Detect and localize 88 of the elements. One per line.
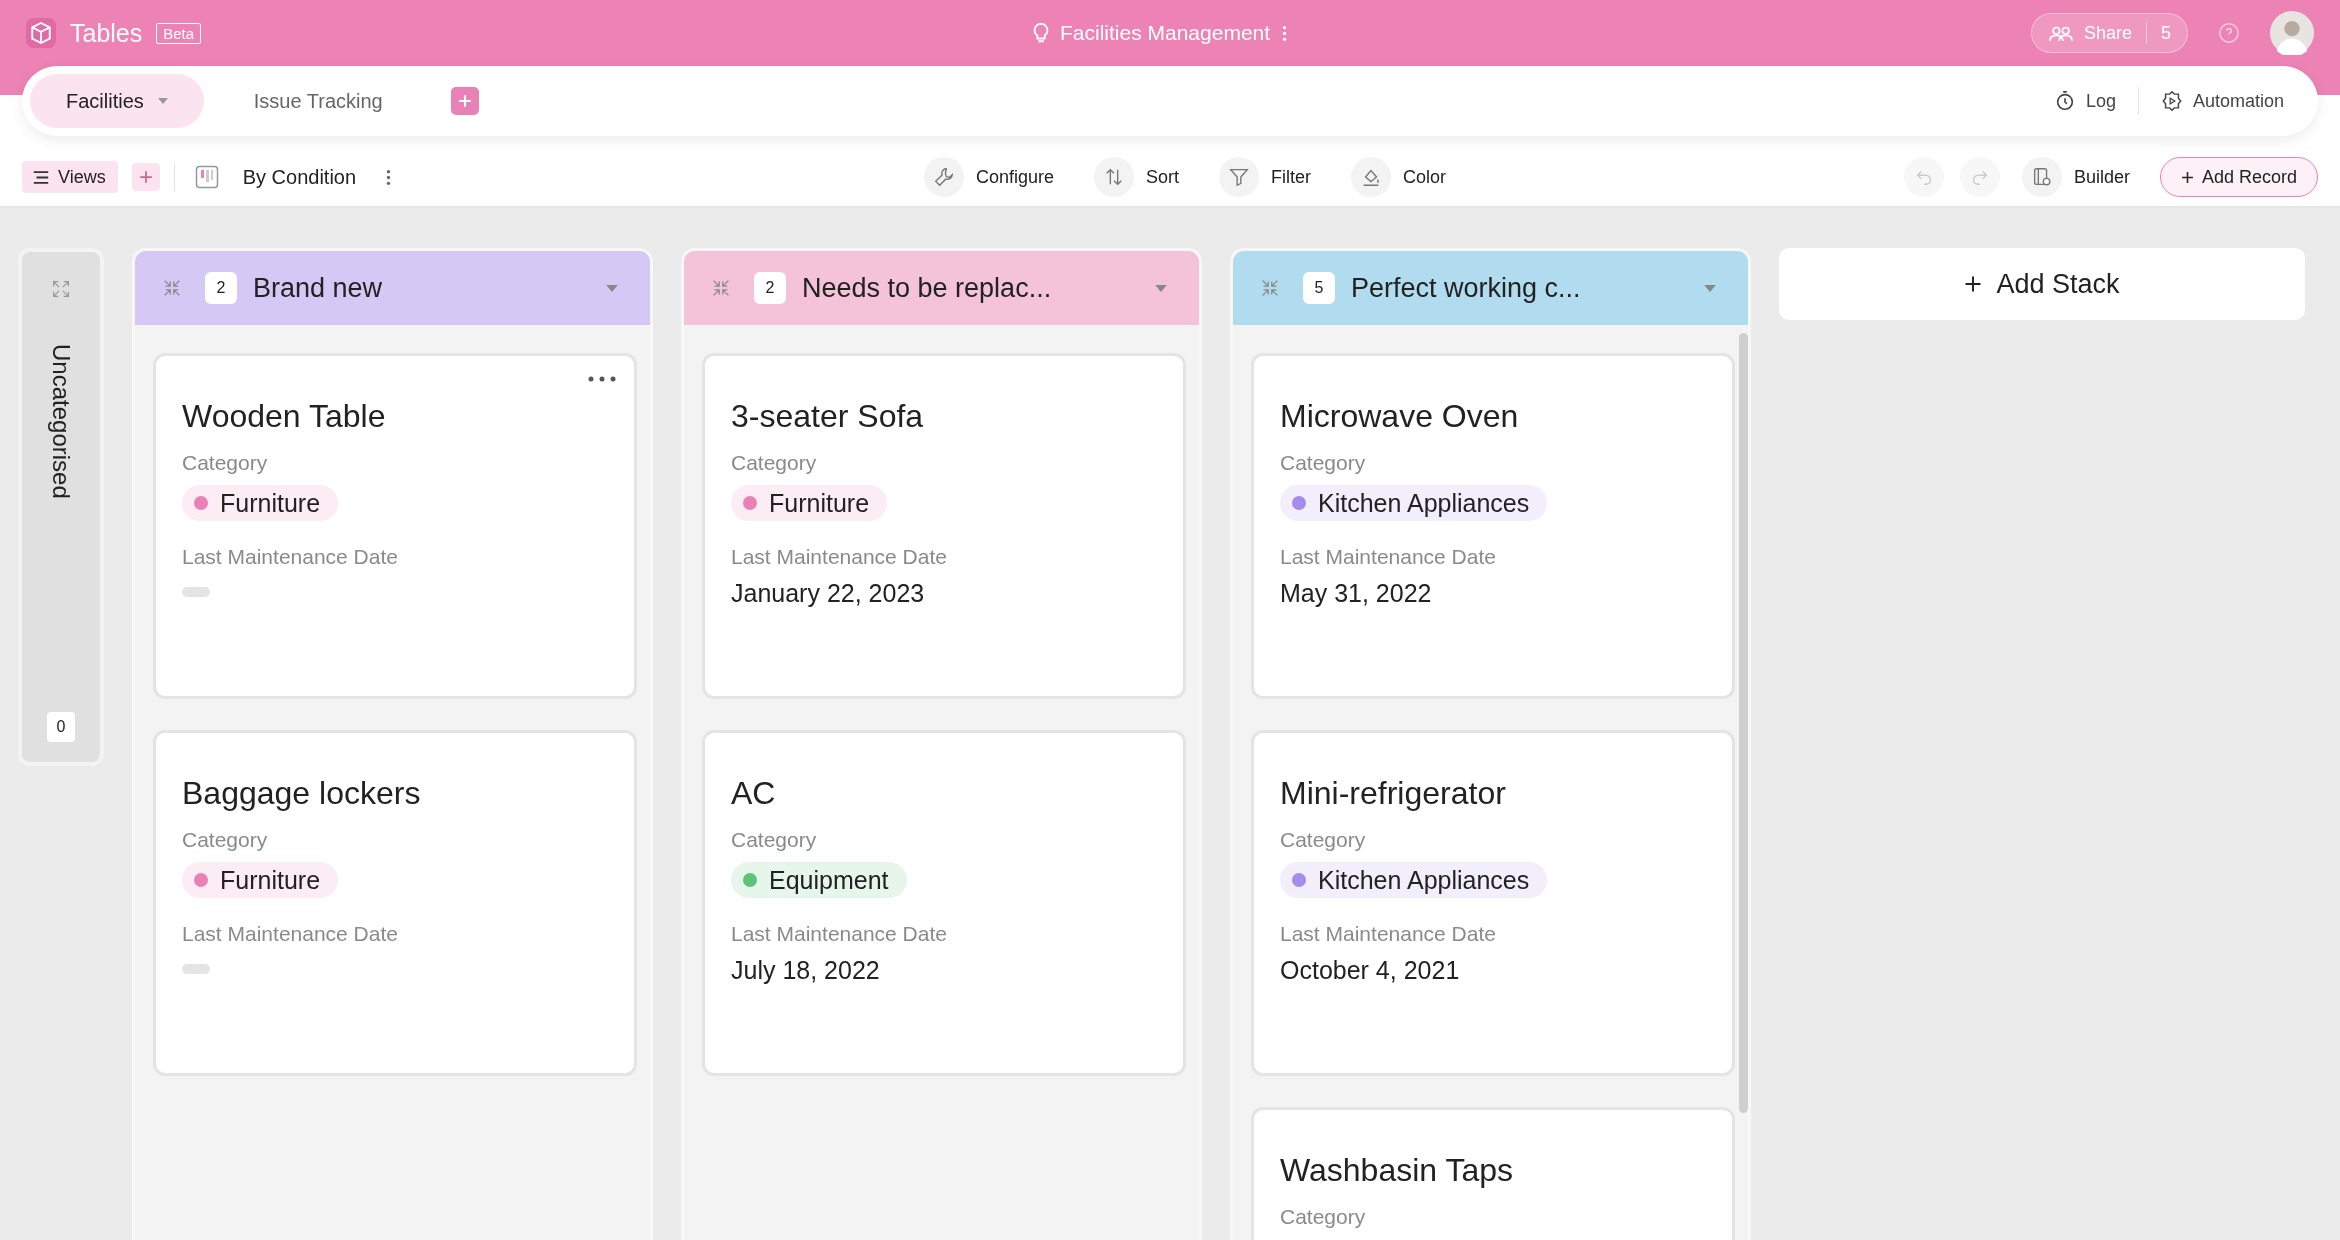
caret-down-icon[interactable] xyxy=(606,284,618,292)
record-card[interactable]: Mini-refrigerator Category Kitchen Appliances Last Maintenance Date October 4, 2021 xyxy=(1251,730,1735,1076)
share-count: 5 xyxy=(2161,22,2171,44)
plus-icon xyxy=(138,170,153,184)
caret-down-icon[interactable] xyxy=(1155,284,1167,292)
field-label: Last Maintenance Date xyxy=(731,545,947,569)
field-label: Last Maintenance Date xyxy=(1280,545,1496,569)
field-label: Category xyxy=(182,828,268,852)
field-value: January 22, 2023 xyxy=(731,579,925,608)
stack-title[interactable]: Perfect working c... xyxy=(1351,272,1688,304)
toolbar-button[interactable]: Color xyxy=(1345,156,1453,198)
tag-label: Kitchen Appliances xyxy=(1318,865,1530,895)
stack-title: Uncategorised xyxy=(47,344,75,501)
tag-label: Furniture xyxy=(769,488,870,518)
more-vertical-icon[interactable] xyxy=(386,168,392,186)
board-view-icon xyxy=(194,165,219,189)
field-label: Category xyxy=(1280,1205,1366,1229)
cube-logo-icon xyxy=(26,18,56,48)
record-card[interactable]: AC Category Equipment Last Maintenance Date July 18, 2022 xyxy=(702,730,1186,1076)
record-card[interactable]: Microwave Oven Category Kitchen Appliances Last Maintenance Date May 31, 2022 xyxy=(1251,353,1735,699)
card-title: Washbasin Taps xyxy=(1280,1152,1513,1189)
app-name: Tables xyxy=(70,18,143,48)
field-label: Last Maintenance Date xyxy=(182,922,398,946)
stack-count: 0 xyxy=(46,712,76,742)
views-button[interactable]: Views xyxy=(22,161,118,193)
view-name[interactable]: By Condition xyxy=(242,165,357,189)
field-label: Last Maintenance Date xyxy=(1280,922,1496,946)
card-title: 3-seater Sofa xyxy=(731,398,924,435)
more-horizontal-icon[interactable] xyxy=(588,376,616,382)
card-title: Mini-refrigerator xyxy=(1280,775,1506,812)
stack-count: 2 xyxy=(205,272,237,304)
menu-icon xyxy=(32,169,50,185)
field-label: Category xyxy=(1280,828,1366,852)
scrollbar-thumb[interactable] xyxy=(1739,333,1748,1113)
toolbar-button[interactable]: Configure xyxy=(918,156,1061,198)
tab-action-button[interactable]: Log xyxy=(2047,89,2122,113)
field-value: October 4, 2021 xyxy=(1280,956,1460,985)
card-title: AC xyxy=(731,775,776,812)
more-vertical-icon[interactable] xyxy=(1282,24,1288,42)
card-title: Wooden Table xyxy=(182,398,386,435)
field-value: May 31, 2022 xyxy=(1280,579,1432,608)
add-record-button[interactable]: Add Record xyxy=(2159,157,2318,197)
plus-icon xyxy=(2180,170,2194,184)
tag-label: Furniture xyxy=(220,488,321,518)
toolbar-button[interactable]: Sort xyxy=(1088,156,1186,198)
tab-action-button[interactable]: Automation xyxy=(2154,89,2290,113)
people-icon xyxy=(2047,24,2074,42)
avatar-icon[interactable] xyxy=(2270,11,2314,55)
stack-title[interactable]: Brand new xyxy=(253,272,590,304)
plus-icon xyxy=(1964,275,1983,293)
gear-icon xyxy=(2160,90,2183,112)
plus-icon xyxy=(457,94,472,108)
field-label: Category xyxy=(182,451,268,475)
field-label: Last Maintenance Date xyxy=(731,922,947,946)
field-label: Category xyxy=(1280,451,1366,475)
add-table-button[interactable] xyxy=(450,87,479,115)
stack-count: 5 xyxy=(1303,272,1335,304)
table-tab[interactable]: Issue Tracking xyxy=(217,74,419,128)
record-card[interactable]: Wooden Table Category Furniture Last Maintenance Date xyxy=(153,353,637,699)
caret-down-icon xyxy=(157,98,168,104)
filter-icon xyxy=(1228,166,1251,188)
add-stack-button[interactable]: Add Stack xyxy=(1779,248,2305,320)
table-tab[interactable]: Facilities xyxy=(30,74,204,128)
field-value: July 18, 2022 xyxy=(731,956,880,985)
beta-badge: Beta xyxy=(156,22,202,44)
toolbar-button[interactable]: Filter xyxy=(1213,156,1318,198)
tag-label: Furniture xyxy=(220,865,321,895)
add-view-button[interactable] xyxy=(131,163,160,191)
help-icon[interactable] xyxy=(2218,22,2240,44)
stack-title[interactable]: Needs to be replac... xyxy=(802,272,1139,304)
record-card[interactable]: Baggage lockers Category Furniture Last Maintenance Date xyxy=(153,730,637,1076)
wrench-icon xyxy=(933,166,955,188)
record-card[interactable]: 3-seater Sofa Category Furniture Last Maintenance Date January 22, 2023 xyxy=(702,353,1186,699)
card-title: Microwave Oven xyxy=(1280,398,1519,435)
record-card[interactable]: Washbasin Taps Category xyxy=(1251,1107,1735,1240)
card-title: Baggage lockers xyxy=(182,775,421,812)
share-label: Share xyxy=(2083,22,2132,44)
tag-label: Equipment xyxy=(769,865,889,895)
empty-value-placeholder xyxy=(182,587,210,597)
expand-icon[interactable] xyxy=(50,278,72,300)
empty-value-placeholder xyxy=(182,964,210,974)
field-label: Category xyxy=(731,828,817,852)
tag-label: Kitchen Appliances xyxy=(1318,488,1530,518)
field-label: Last Maintenance Date xyxy=(182,545,398,569)
stack-count: 2 xyxy=(754,272,786,304)
caret-down-icon[interactable] xyxy=(1704,284,1716,292)
field-label: Category xyxy=(731,451,817,475)
builder-button[interactable]: Builder xyxy=(2015,156,2136,198)
